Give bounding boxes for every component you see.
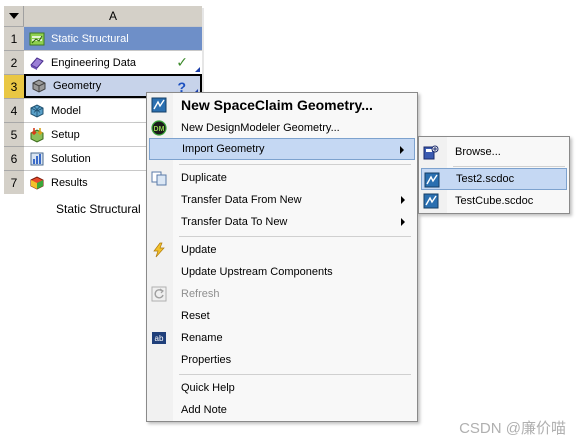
lightning-icon xyxy=(153,242,165,258)
rename-icon: ab xyxy=(152,332,166,344)
submenu-arrow-icon xyxy=(401,196,405,204)
menu-item-duplicate[interactable]: Duplicate xyxy=(149,167,415,189)
row-number: 3 xyxy=(4,74,24,98)
menu-item-label: New DesignModeler Geometry... xyxy=(181,122,340,134)
menu-separator xyxy=(179,164,411,165)
row-number: 6 xyxy=(4,146,24,170)
menu-item-label: New SpaceClaim Geometry... xyxy=(181,97,373,113)
engineering-data-icon xyxy=(30,56,44,70)
menu-separator xyxy=(453,166,565,167)
submenu-item-browse[interactable]: Browse... xyxy=(421,141,567,163)
menu-item-label: Test2.scdoc xyxy=(456,173,515,185)
system-menu-button[interactable] xyxy=(4,6,24,26)
dropdown-arrow-icon xyxy=(8,13,19,19)
menu-item-add-note[interactable]: Add Note xyxy=(149,399,415,421)
submenu-arrow-icon xyxy=(400,146,404,154)
menu-item-label: TestCube.scdoc xyxy=(455,195,534,207)
menu-item-label: Add Note xyxy=(181,404,227,416)
menu-item-label: Properties xyxy=(181,354,232,366)
svg-text:DM: DM xyxy=(154,126,165,133)
cell-label: Results xyxy=(51,176,88,189)
menu-item-update-upstream-components[interactable]: Update Upstream Components xyxy=(149,261,415,283)
menu-item-label: Reset xyxy=(181,310,210,322)
menu-item-reset[interactable]: Reset xyxy=(149,305,415,327)
menu-item-label: Update Upstream Components xyxy=(181,266,333,278)
menu-item-transfer-data-to-new[interactable]: Transfer Data To New xyxy=(149,211,415,233)
menu-item-new-spaceclaim-geometry[interactable]: New SpaceClaim Geometry... xyxy=(149,94,415,116)
context-menu: New SpaceClaim Geometry... DM New Design… xyxy=(146,92,418,422)
cell-label: Solution xyxy=(51,152,91,165)
corner-indicator-icon xyxy=(195,67,200,72)
cell-engineering-data[interactable]: 2 Engineering Data ✓ xyxy=(4,50,202,74)
menu-item-label: Import Geometry xyxy=(182,143,265,155)
row-number: 2 xyxy=(4,50,24,74)
submenu-item-testcube-scdoc[interactable]: TestCube.scdoc xyxy=(421,190,567,212)
menu-item-label: Quick Help xyxy=(181,382,235,394)
designmodeler-icon: DM xyxy=(151,120,167,136)
menu-item-label: Update xyxy=(181,244,217,256)
checkmark-icon: ✓ xyxy=(176,54,188,70)
watermark: CSDN @廉价喵 xyxy=(459,420,566,437)
column-header: A xyxy=(108,9,117,23)
menu-item-properties[interactable]: Properties xyxy=(149,349,415,371)
svg-text:ab: ab xyxy=(155,334,164,343)
menu-item-label: Browse... xyxy=(455,146,501,158)
menu-item-transfer-data-from-new[interactable]: Transfer Data From New xyxy=(149,189,415,211)
scdoc-file-icon xyxy=(424,172,440,188)
menu-item-label: Refresh xyxy=(181,288,220,300)
system-caption[interactable]: Static Structural xyxy=(56,202,141,216)
refresh-icon xyxy=(151,286,167,302)
menu-item-label: Rename xyxy=(181,332,223,344)
cell-label: Model xyxy=(51,104,81,117)
cell-label: Static Structural xyxy=(51,32,129,45)
menu-item-new-designmodeler-geometry[interactable]: DM New DesignModeler Geometry... xyxy=(149,117,415,139)
menu-item-rename[interactable]: ab Rename xyxy=(149,327,415,349)
scdoc-file-icon xyxy=(423,193,439,209)
menu-separator xyxy=(179,236,411,237)
menu-item-import-geometry[interactable]: Import Geometry xyxy=(149,138,415,160)
row-number: 1 xyxy=(4,26,24,50)
menu-item-label: Transfer Data From New xyxy=(181,194,302,206)
submenu-arrow-icon xyxy=(401,218,405,226)
model-icon xyxy=(30,103,44,118)
geometry-icon xyxy=(32,79,46,93)
cell-label: Setup xyxy=(51,128,80,141)
cell-static-structural[interactable]: 1 Static Structural xyxy=(4,26,202,50)
menu-separator xyxy=(179,374,411,375)
cell-label: Engineering Data xyxy=(51,56,137,69)
spaceclaim-icon xyxy=(151,97,167,113)
results-icon xyxy=(30,175,44,190)
menu-item-label: Duplicate xyxy=(181,172,227,184)
row-number: 4 xyxy=(4,98,24,122)
menu-item-update[interactable]: Update xyxy=(149,239,415,261)
setup-icon xyxy=(30,127,44,143)
static-structural-icon xyxy=(29,32,45,45)
menu-item-quick-help[interactable]: Quick Help xyxy=(149,377,415,399)
solution-icon xyxy=(30,152,44,165)
browse-icon xyxy=(423,145,439,160)
duplicate-icon xyxy=(151,171,167,186)
row-number: 5 xyxy=(4,122,24,146)
row-number: 7 xyxy=(4,170,24,194)
cell-label: Geometry xyxy=(53,80,102,92)
system-header: A xyxy=(4,6,202,26)
menu-item-refresh[interactable]: Refresh xyxy=(149,283,415,305)
menu-item-label: Transfer Data To New xyxy=(181,216,288,228)
submenu-item-test2-scdoc[interactable]: Test2.scdoc xyxy=(421,168,567,190)
import-geometry-submenu: Browse... Test2.scdoc TestCube.scdoc xyxy=(418,136,570,214)
